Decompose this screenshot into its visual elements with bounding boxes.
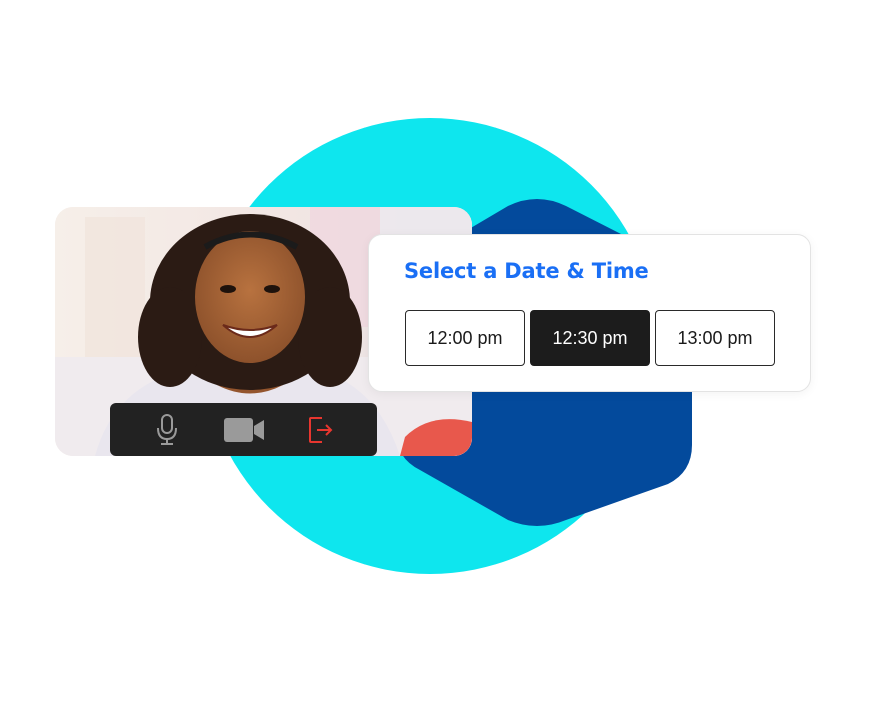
schedule-card: Select a Date & Time 12:00 pm 12:30 pm 1… xyxy=(368,234,811,392)
leave-call-icon xyxy=(308,416,332,443)
call-controls-bar xyxy=(110,403,377,456)
time-slot-button[interactable]: 12:00 pm xyxy=(405,310,525,366)
time-slot-list: 12:00 pm 12:30 pm 13:00 pm xyxy=(405,310,775,366)
microphone-button[interactable] xyxy=(142,410,192,450)
illustration-stage: Select a Date & Time 12:00 pm 12:30 pm 1… xyxy=(0,0,891,714)
schedule-title: Select a Date & Time xyxy=(404,259,649,283)
camera-button[interactable] xyxy=(219,410,269,450)
video-camera-icon xyxy=(223,417,264,442)
time-slot-button-selected[interactable]: 12:30 pm xyxy=(530,310,650,366)
leave-call-button[interactable] xyxy=(296,410,346,450)
microphone-icon xyxy=(156,413,177,445)
time-slot-button[interactable]: 13:00 pm xyxy=(655,310,775,366)
